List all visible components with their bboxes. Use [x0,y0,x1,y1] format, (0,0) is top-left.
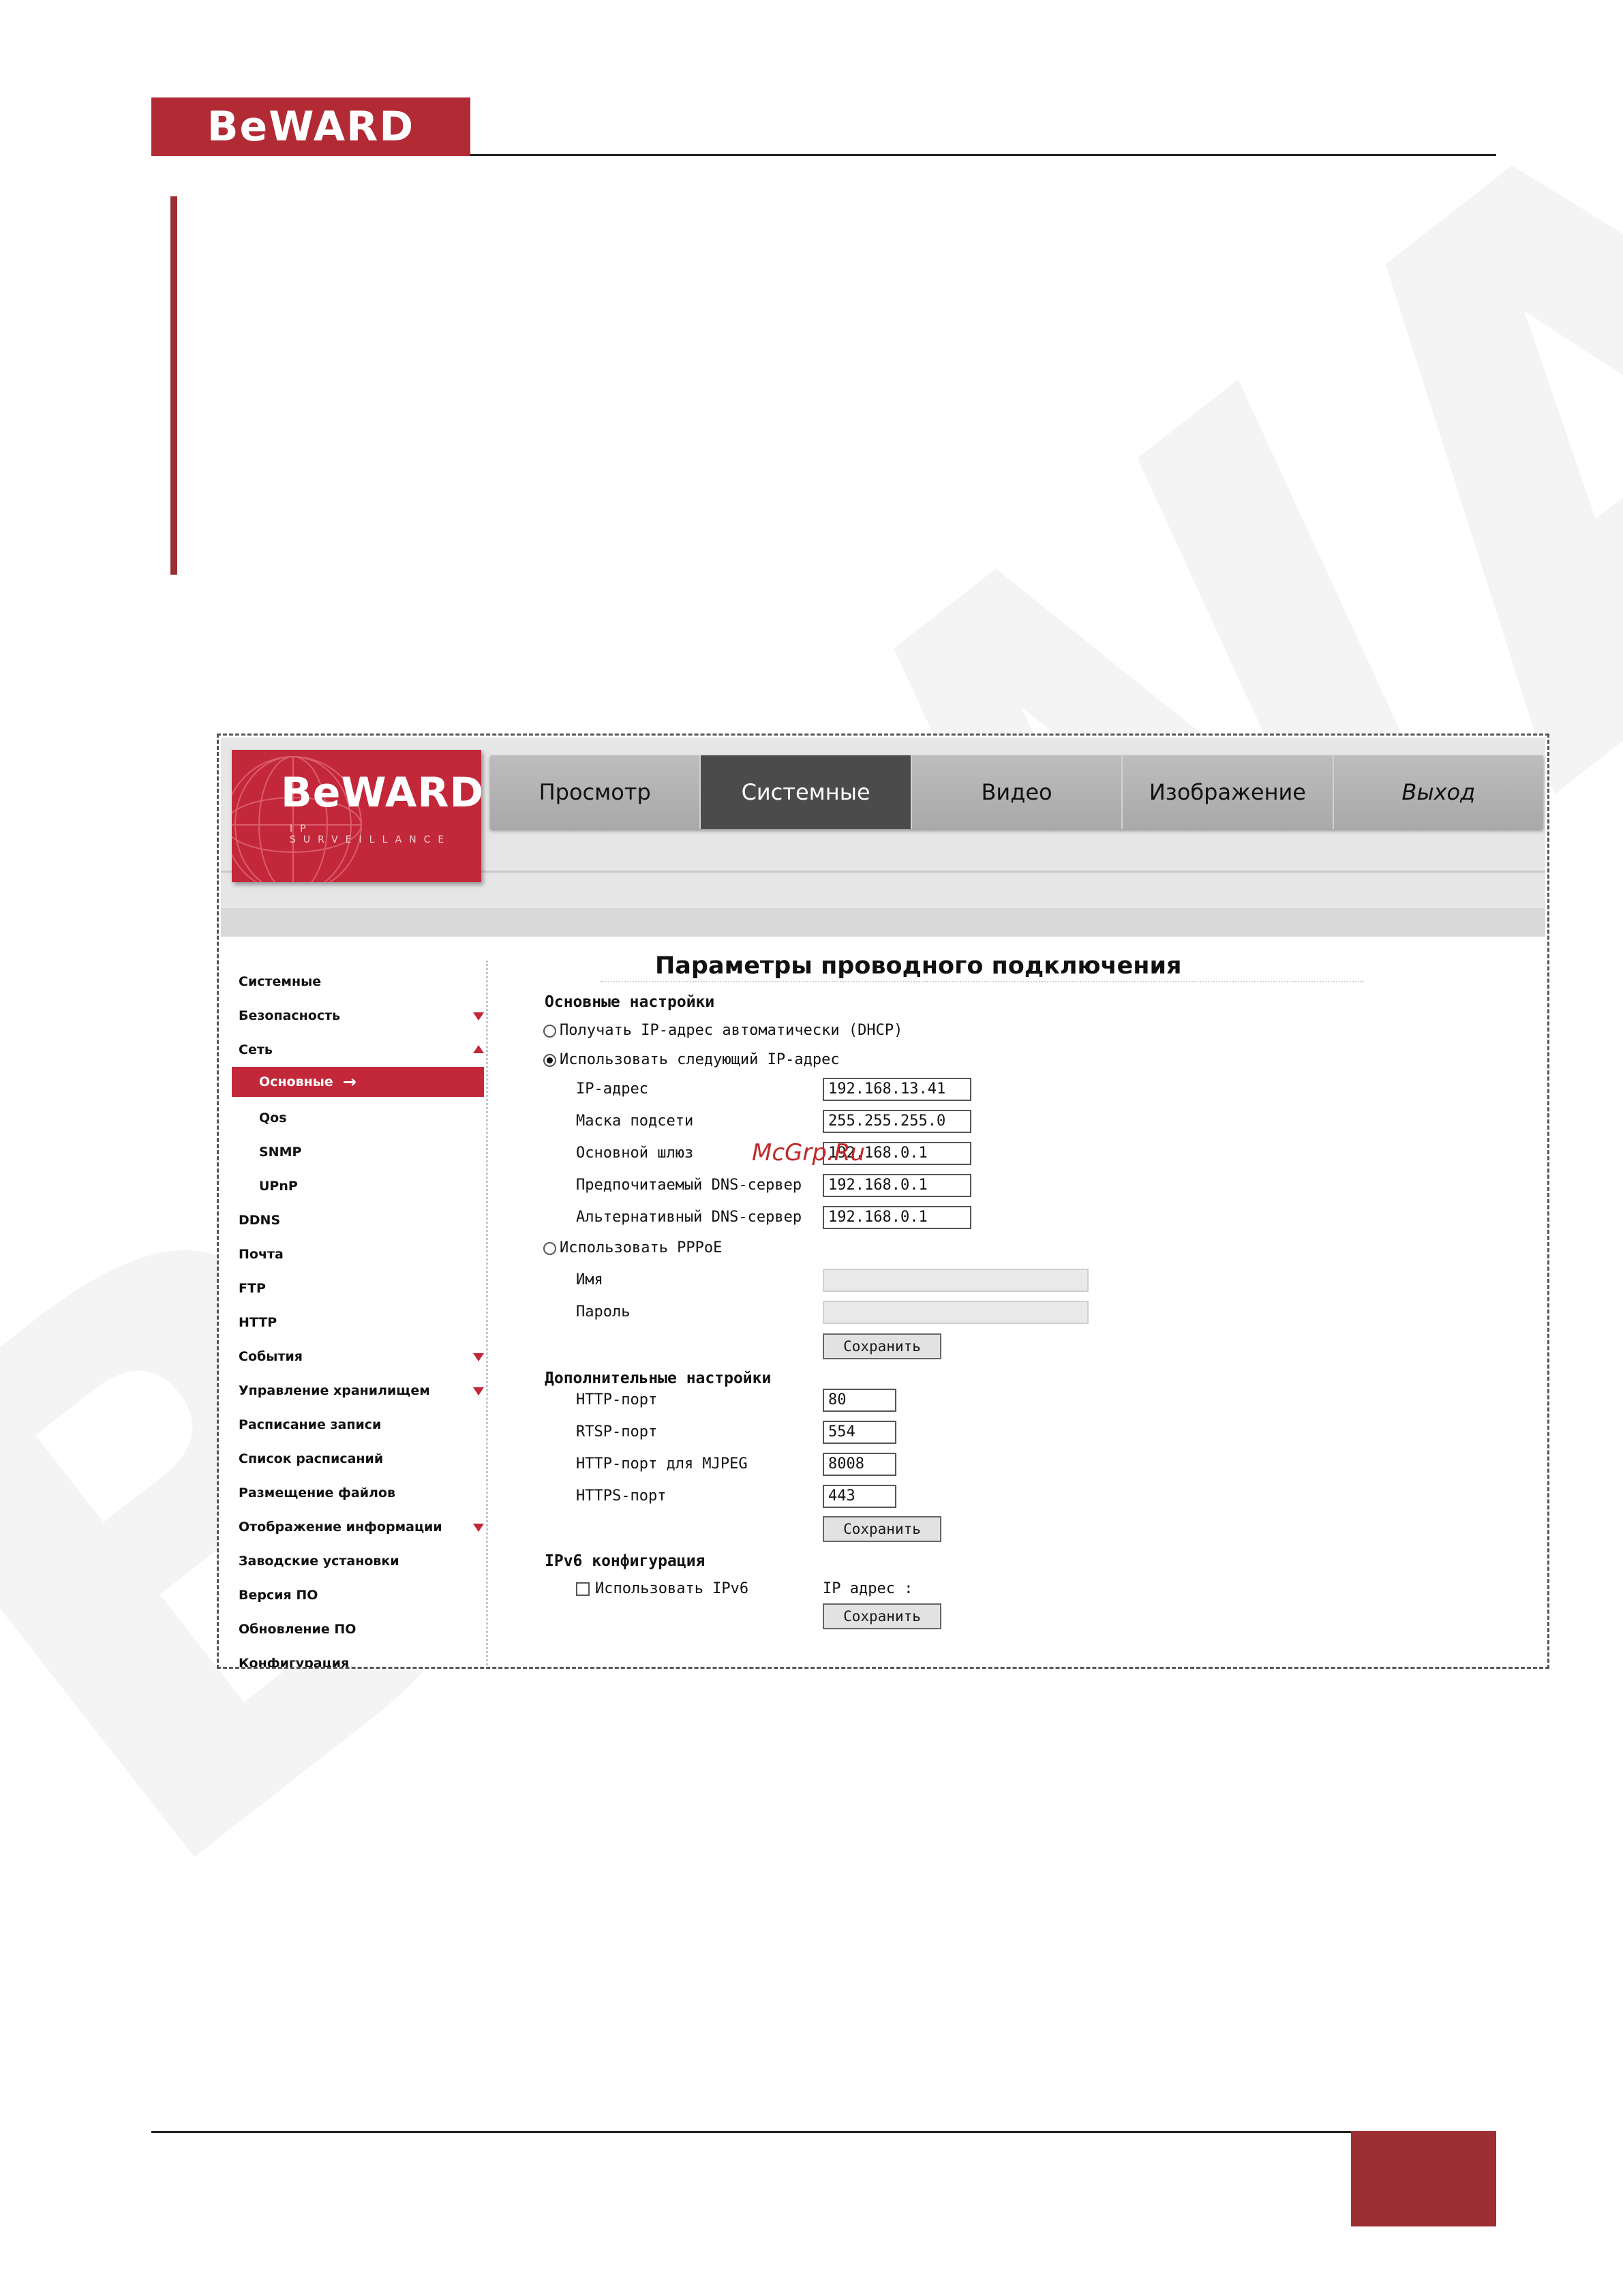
pppoe-password-input[interactable] [823,1301,1089,1324]
pppoe-label: Использовать PPPoE [560,1239,723,1256]
site-watermark: McGrp.Ru [752,1139,865,1166]
top-banner: BeWARD IP SURVEILLANCE Просмотр Системны… [221,738,1545,937]
menu-item-snmp[interactable]: SNMP [259,1145,301,1160]
menu-item-ddns[interactable]: DDNS [239,1213,280,1228]
section-title-ipv6: IPv6 конфигурация [545,1552,706,1570]
menu-item-http[interactable]: HTTP [239,1315,277,1330]
https-port-input[interactable]: 443 [823,1485,896,1508]
menu-item-storage[interactable]: Управление хранилищем [239,1383,430,1398]
dns1-input[interactable]: 192.168.0.1 [823,1174,971,1197]
tab-system[interactable]: Системные [701,755,912,829]
menu-item-events[interactable]: События [239,1349,303,1364]
ip-address-input[interactable]: 192.168.13.41 [823,1078,971,1101]
tab-video[interactable]: Видео [912,755,1123,829]
footer-rule [151,2131,1351,2133]
rtsp-port-input[interactable]: 554 [823,1421,896,1444]
ipv6-label: Использовать IPv6 [595,1580,749,1597]
menu-item-configuration[interactable]: Конфигурация [239,1656,349,1667]
menu-item-info-display[interactable]: Отображение информации [239,1520,442,1535]
menu-divider [486,961,488,1667]
dns2-input[interactable]: 192.168.0.1 [823,1206,971,1229]
subnet-mask-label: Маска подсети [576,1113,694,1130]
dhcp-radio[interactable] [543,1025,556,1038]
menu-item-basic-label: Основные [259,1074,333,1089]
ip-address-label: IP-адрес [576,1081,648,1098]
footer-page-box [1351,2131,1496,2226]
chevron-down-icon[interactable] [473,1524,484,1532]
save-ipv6-button[interactable]: Сохранить [823,1603,941,1629]
rtsp-port-label: RTSP-порт [576,1423,658,1440]
tab-image[interactable]: Изображение [1123,755,1334,829]
brand-logo: BeWARD [151,97,470,156]
chevron-up-icon[interactable] [473,1045,484,1053]
screenshot-frame: BeWARD IP SURVEILLANCE Просмотр Системны… [217,734,1549,1669]
menu-item-mail[interactable]: Почта [239,1247,284,1262]
pppoe-name-input[interactable] [823,1269,1089,1292]
tab-view[interactable]: Просмотр [490,755,701,829]
menu-item-security[interactable]: Безопасность [239,1008,340,1023]
menu-item-system[interactable]: Системные [239,974,321,989]
chevron-down-icon[interactable] [473,1387,484,1395]
http-port-label: HTTP-порт [576,1391,658,1408]
menu-item-factory-defaults[interactable]: Заводские установки [239,1554,399,1569]
menu-item-firmware-version[interactable]: Версия ПО [239,1588,318,1603]
pppoe-name-label: Имя [576,1271,603,1288]
menu-item-firmware-update[interactable]: Обновление ПО [239,1622,356,1637]
title-rule [601,981,1364,982]
section-title-basic: Основные настройки [545,993,715,1011]
https-port-label: HTTPS-порт [576,1487,667,1505]
page-title: Параметры проводного подключения [655,952,1182,980]
menu-item-upnp[interactable]: UPnP [259,1179,298,1194]
save-basic-button[interactable]: Сохранить [823,1333,941,1359]
menu-item-ftp[interactable]: FTP [239,1281,266,1296]
arrow-right-icon: → [342,1072,357,1091]
menu-item-basic[interactable]: Основные → [232,1067,484,1097]
ipv6-checkbox[interactable] [576,1582,590,1596]
http-port-input[interactable]: 80 [823,1389,896,1412]
menu-item-network[interactable]: Сеть [239,1042,273,1057]
pppoe-radio[interactable] [543,1242,556,1255]
ipv6-address-label: IP адрес : [823,1580,913,1597]
gateway-label: Основной шлюз [576,1145,694,1162]
mjpeg-port-input[interactable]: 8008 [823,1453,896,1476]
static-ip-radio[interactable] [543,1054,556,1067]
logo-text: BeWARD [281,769,481,817]
chevron-down-icon[interactable] [473,1353,484,1361]
menu-item-schedule-list[interactable]: Список расписаний [239,1451,383,1466]
side-accent-bar [170,196,177,575]
save-extra-button[interactable]: Сохранить [823,1516,941,1542]
dhcp-label: Получать IP-адрес автоматически (DHCP) [560,1022,903,1039]
menu-item-qos[interactable]: Qos [259,1111,287,1126]
app-logo: BeWARD IP SURVEILLANCE [232,750,481,882]
main-nav: Просмотр Системные Видео Изображение Вых… [490,755,1543,829]
tab-logout[interactable]: Выход [1334,755,1543,829]
static-ip-label: Использовать следующий IP-адрес [560,1051,840,1068]
section-title-extra: Дополнительные настройки [545,1370,772,1387]
pppoe-password-label: Пароль [576,1303,631,1320]
mjpeg-port-label: HTTP-порт для MJPEG [576,1455,748,1472]
header-rule [470,154,1496,156]
dns1-label: Предпочитаемый DNS-сервер [576,1177,802,1194]
dns2-label: Альтернативный DNS-сервер [576,1209,802,1226]
subnet-mask-input[interactable]: 255.255.255.0 [823,1110,971,1133]
menu-item-record-schedule[interactable]: Расписание записи [239,1417,381,1432]
menu-item-file-placement[interactable]: Размещение файлов [239,1485,395,1500]
logo-subtitle: IP SURVEILLANCE [290,824,452,845]
chevron-down-icon[interactable] [473,1012,484,1021]
